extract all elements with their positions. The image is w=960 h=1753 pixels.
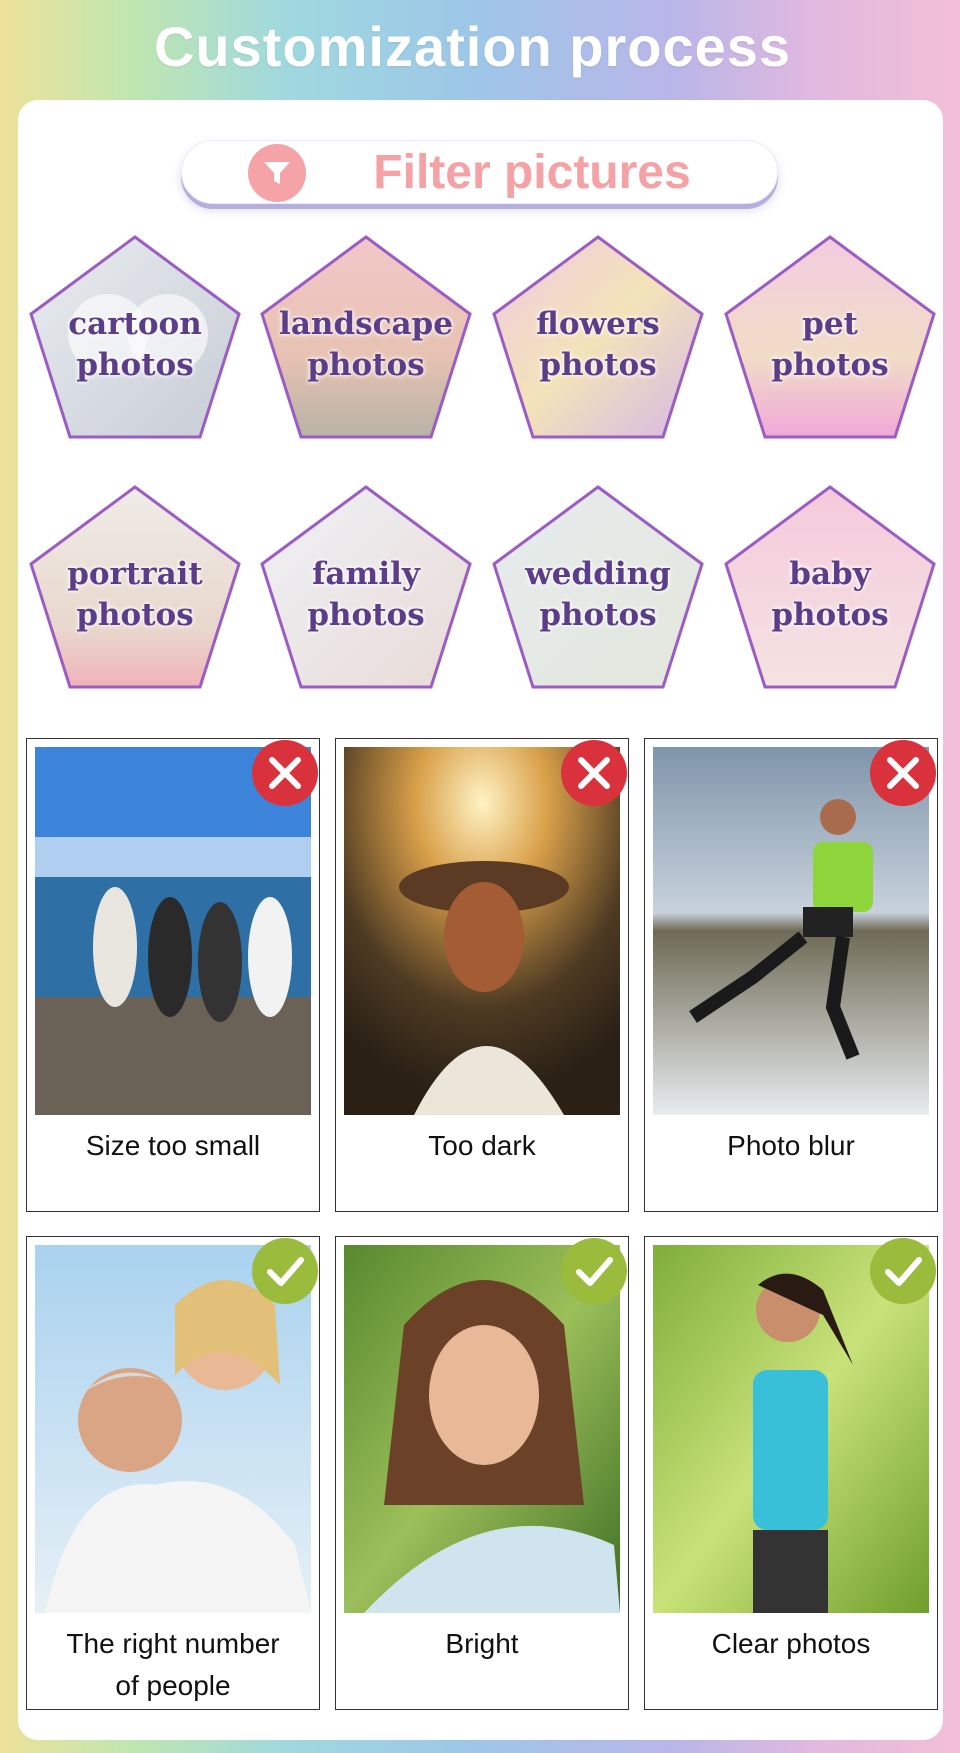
category-baby-photos: baby photos — [723, 484, 937, 690]
category-label: pet photos — [771, 306, 889, 383]
category-wedding-photos: wedding photos — [491, 484, 705, 690]
filter-funnel-icon — [248, 144, 306, 202]
example-card-right-number-of-people: The right number of people — [26, 1236, 320, 1710]
category-flowers-photos: flowers photos — [491, 234, 705, 440]
category-landscape-photos: landscape photos — [259, 234, 473, 440]
example-caption: Size too small — [85, 1130, 261, 1161]
category-label: flowers photos — [536, 306, 660, 383]
category-label: wedding photos — [525, 556, 671, 633]
reject-x-icon — [252, 740, 318, 806]
page-title: Customization process — [153, 15, 792, 78]
category-label: cartoon photos — [68, 306, 202, 383]
accept-check-icon — [870, 1238, 936, 1304]
category-pet-photos: pet photos — [723, 234, 937, 440]
reject-x-icon — [870, 740, 936, 806]
category-label: portrait photos — [67, 556, 203, 633]
accept-check-icon — [252, 1238, 318, 1304]
filter-pictures-label: Filter pictures — [373, 146, 691, 199]
category-label: landscape photos — [279, 306, 453, 383]
example-card-photo-blur: Photo blur — [644, 738, 938, 1212]
filter-pictures-banner: Filter pictures — [181, 140, 778, 204]
example-caption: Photo blur — [727, 1130, 855, 1161]
example-card-clear-photos: Clear photos — [644, 1236, 938, 1710]
category-portrait-photos: portrait photos — [28, 484, 242, 690]
example-caption: Bright — [445, 1628, 519, 1659]
example-caption: Too dark — [428, 1130, 536, 1161]
example-caption: The right number of people — [66, 1628, 280, 1701]
category-cartoon-photos: cartoon photos — [28, 234, 242, 440]
example-caption: Clear photos — [711, 1628, 871, 1659]
reject-x-icon — [561, 740, 627, 806]
category-label: baby photos — [771, 556, 889, 633]
category-family-photos: family photos — [259, 484, 473, 690]
example-card-size-too-small: Size too small — [26, 738, 320, 1212]
example-card-too-dark: Too dark — [335, 738, 629, 1212]
example-card-bright: Bright — [335, 1236, 629, 1710]
category-label: family photos — [307, 556, 425, 633]
accept-check-icon — [561, 1238, 627, 1304]
